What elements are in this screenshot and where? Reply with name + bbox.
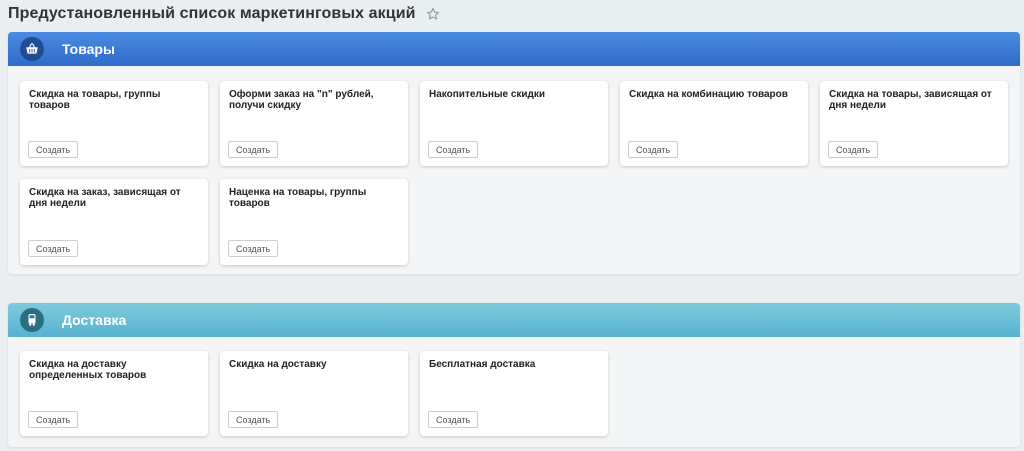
section-header-goods: Товары bbox=[8, 32, 1020, 66]
create-button[interactable]: Создать bbox=[228, 141, 279, 158]
card-product-discount: Скидка на товары, группы товаров Создать bbox=[20, 81, 208, 166]
card-specific-products-delivery-discount: Скидка на доставку определенных товаров … bbox=[20, 351, 208, 436]
basket-icon bbox=[20, 37, 44, 61]
card-title: Накопительные скидки bbox=[429, 89, 546, 100]
create-button[interactable]: Создать bbox=[428, 141, 479, 158]
section-title-goods: Товары bbox=[62, 41, 115, 57]
card-title: Бесплатная доставка bbox=[429, 359, 536, 370]
card-title: Скидка на доставку bbox=[229, 359, 327, 370]
create-button[interactable]: Создать bbox=[428, 411, 479, 428]
card-delivery-discount: Скидка на доставку Создать bbox=[220, 351, 408, 436]
create-button[interactable]: Создать bbox=[228, 240, 279, 257]
section-title-delivery: Доставка bbox=[62, 312, 127, 328]
card-title: Скидка на товары, группы товаров bbox=[29, 89, 161, 111]
section-header-delivery: Доставка bbox=[8, 303, 1020, 337]
truck-icon bbox=[20, 308, 44, 332]
card-title: Наценка на товары, группы товаров bbox=[229, 187, 367, 209]
card-title: Оформи заказ на "n" рублей, получи скидк… bbox=[229, 89, 374, 111]
create-button[interactable]: Создать bbox=[28, 240, 79, 257]
create-button[interactable]: Создать bbox=[228, 411, 279, 428]
card-product-markup: Наценка на товары, группы товаров Создат… bbox=[220, 179, 408, 265]
card-title: Скидка на заказ, зависящая от дня недели bbox=[29, 187, 181, 209]
card-title: Скидка на комбинацию товаров bbox=[629, 89, 788, 100]
card-weekday-product-discount: Скидка на товары, зависящая от дня недел… bbox=[820, 81, 1008, 166]
card-weekday-order-discount: Скидка на заказ, зависящая от дня недели… bbox=[20, 179, 208, 265]
section-goods: Товары Скидка на товары, группы товаров … bbox=[8, 32, 1020, 274]
create-button[interactable]: Создать bbox=[28, 141, 79, 158]
page-title: Предустановленный список маркетинговых а… bbox=[8, 5, 416, 22]
section-delivery: Доставка Скидка на доставку определенных… bbox=[8, 303, 1020, 447]
card-title: Скидка на товары, зависящая от дня недел… bbox=[829, 89, 992, 111]
card-order-amount-discount: Оформи заказ на "n" рублей, получи скидк… bbox=[220, 81, 408, 166]
create-button[interactable]: Создать bbox=[28, 411, 79, 428]
card-title: Скидка на доставку определенных товаров bbox=[29, 359, 147, 381]
card-combination-discount: Скидка на комбинацию товаров Создать bbox=[620, 81, 808, 166]
star-icon[interactable] bbox=[426, 7, 440, 21]
card-free-delivery: Бесплатная доставка Создать bbox=[420, 351, 608, 436]
page-header: Предустановленный список маркетинговых а… bbox=[8, 4, 440, 24]
create-button[interactable]: Создать bbox=[828, 141, 879, 158]
create-button[interactable]: Создать bbox=[628, 141, 679, 158]
card-cumulative-discount: Накопительные скидки Создать bbox=[420, 81, 608, 166]
